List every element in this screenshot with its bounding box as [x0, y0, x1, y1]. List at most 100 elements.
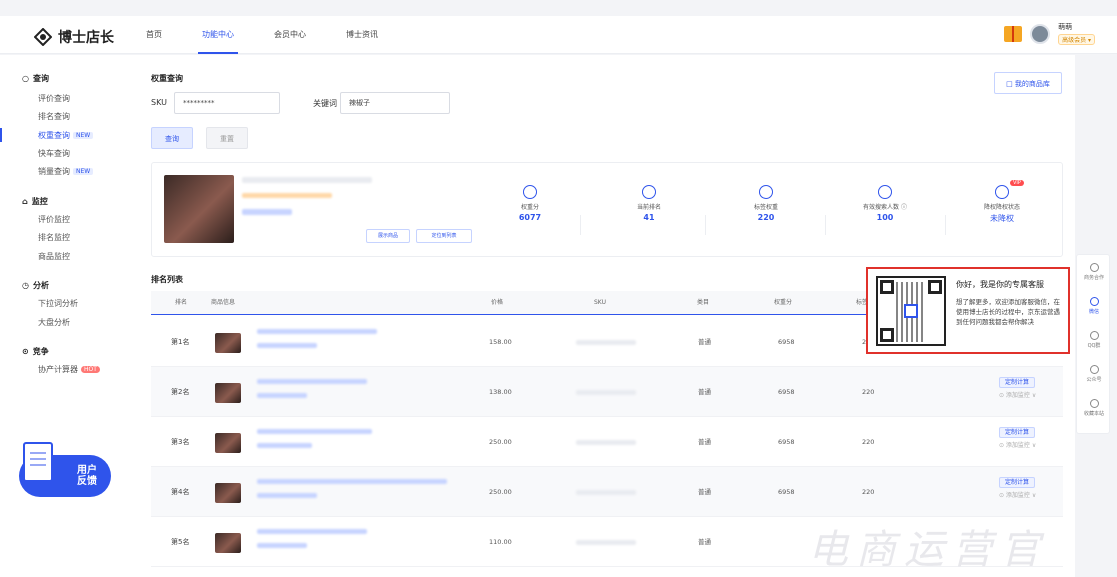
nav-member-center[interactable]: 会员中心 [274, 16, 306, 54]
tag-weight-cell: 220 [862, 388, 875, 396]
price-cell: 250.00 [489, 438, 512, 446]
divider [945, 215, 946, 235]
row-product-title [257, 329, 377, 334]
price-cell: 250.00 [489, 488, 512, 496]
keyword-label: 关键词 [313, 99, 337, 108]
sidebar-item-rank-monitor[interactable]: 排名监控 [38, 232, 70, 243]
document-icon [23, 442, 53, 482]
clock-icon: ◷ [22, 281, 29, 290]
row-product-image [215, 383, 241, 403]
locate-list-button[interactable]: 定位到列表 [416, 229, 472, 243]
weight-cell: 6958 [778, 338, 795, 346]
sidebar-item-market-analysis[interactable]: 大盘分析 [38, 317, 70, 328]
keyword-input[interactable]: 辣椒子 [340, 92, 450, 114]
price-cell: 158.00 [489, 338, 512, 346]
product-tag [242, 209, 292, 215]
shield-icon [995, 185, 1009, 199]
sidebar-item-rank-query[interactable]: 排名查询 [38, 111, 70, 122]
sku-cell [576, 440, 636, 445]
wechat-link[interactable]: 微信 [1077, 297, 1111, 315]
avatar[interactable] [1030, 23, 1051, 44]
bookmark-link[interactable]: 收藏本站 [1077, 399, 1111, 417]
row-actions: 定制计算 ⊙ 添加监控 ∨ [999, 377, 1036, 399]
sidebar-section-compete: ⊙ 竞争 [22, 347, 49, 356]
watermark: 电商运营官 [808, 527, 1048, 573]
business-cooperation-link[interactable]: 商务合作 [1077, 263, 1111, 281]
stat-current-rank: 当前排名 41 [609, 185, 689, 222]
sidebar-item-dropdown-analysis[interactable]: 下拉词分析 [38, 298, 78, 309]
row-product-shop [257, 393, 307, 398]
row-actions: 定制计算 ⊙ 添加监控 ∨ [999, 477, 1036, 499]
popup-text: 想了解更多，欢迎添加客服微信，在使用博士店长的过程中，京东运营遇到任何问题我都会… [956, 298, 1060, 326]
sku-cell [576, 490, 636, 495]
row-product-image [215, 483, 241, 503]
col-price: 价格 [491, 299, 504, 306]
member-badge[interactable]: 高级会员 ▾ [1058, 34, 1095, 45]
official-account-link[interactable]: 公众号 [1077, 365, 1111, 383]
table-row: 第3名 250.00 普通 6958 220 定制计算 ⊙ 添加监控 ∨ [151, 417, 1063, 467]
reset-button[interactable]: 重置 [206, 127, 248, 149]
divider [580, 215, 581, 235]
nav-home[interactable]: 首页 [146, 16, 162, 54]
query-button[interactable]: 查询 [151, 127, 193, 149]
gift-icon[interactable] [1004, 25, 1023, 42]
box-icon: □ [1006, 80, 1015, 88]
table-row: 第4名 250.00 普通 6958 220 定制计算 ⊙ 添加监控 ∨ [151, 467, 1063, 517]
divider [825, 215, 826, 235]
wechat-icon [1089, 297, 1099, 306]
sidebar-item-review-query[interactable]: 评价查询 [38, 93, 70, 104]
sidebar-item-calculator[interactable]: 协产计算器 HOT [38, 364, 100, 375]
row-product-title [257, 479, 447, 484]
add-monitor-link[interactable]: ⊙ 添加监控 ∨ [999, 390, 1036, 399]
rank-cell: 第4名 [171, 488, 190, 496]
stat-downgrade-status: 降权降权状态 未降权 [962, 185, 1042, 224]
weight-cell: 6958 [778, 388, 795, 396]
add-monitor-link[interactable]: ⊙ 添加监控 ∨ [999, 490, 1036, 499]
list-icon [759, 185, 773, 199]
sidebar-section-monitor: ⌂ 监控 [22, 197, 48, 206]
sidebar-item-product-monitor[interactable]: 商品监控 [38, 251, 70, 262]
col-category: 类目 [697, 299, 710, 306]
star-icon [1089, 399, 1099, 408]
sidebar-item-sales-query[interactable]: 销量查询 NEW [38, 166, 94, 177]
sidebar-item-weight-query[interactable]: 权重查询 NEW [38, 130, 94, 141]
weight-cell: 6958 [778, 488, 795, 496]
category-cell: 普通 [698, 388, 711, 396]
col-product: 商品信息 [211, 299, 236, 306]
product-title [242, 177, 372, 183]
logo-icon [34, 28, 52, 46]
add-monitor-link[interactable]: ⊙ 添加监控 ∨ [999, 440, 1036, 449]
rank-cell: 第2名 [171, 388, 190, 396]
new-tag: NEW [73, 132, 94, 139]
category-cell: 普通 [698, 538, 711, 546]
stat-weight-score: 权重分 6077 [490, 185, 570, 222]
hot-tag: HOT [81, 366, 100, 373]
rank-cell: 第5名 [171, 538, 190, 546]
logo[interactable]: 博士店长 [34, 27, 114, 47]
col-weight: 权重分 [774, 299, 793, 306]
nav-news[interactable]: 博士资讯 [346, 16, 378, 54]
sidebar-item-review-monitor[interactable]: 评价监控 [38, 214, 70, 225]
qq-group-link[interactable]: QQ群 [1077, 331, 1111, 349]
row-product-shop [257, 443, 312, 448]
show-product-button[interactable]: 展示商品 [366, 229, 410, 243]
my-product-library-button[interactable]: □ 我的商品库 [994, 72, 1062, 94]
calc-button[interactable]: 定制计算 [999, 377, 1036, 388]
sku-input[interactable]: ********* [174, 92, 280, 114]
product-image [164, 175, 234, 243]
row-product-title [257, 379, 367, 384]
weight-cell: 6958 [778, 438, 795, 446]
nav-function-center[interactable]: 功能中心 [198, 16, 238, 54]
rank-cell: 第3名 [171, 438, 190, 446]
row-product-image [215, 333, 241, 353]
sidebar-section-analysis: ◷ 分析 [22, 281, 49, 290]
row-actions: 定制计算 ⊙ 添加监控 ∨ [999, 427, 1036, 449]
product-card: 展示商品 定位到列表 [151, 162, 1063, 257]
calc-button[interactable]: 定制计算 [999, 477, 1036, 488]
query-section-title: 权重查询 [151, 74, 183, 83]
tag-weight-cell: 220 [862, 488, 875, 496]
sidebar-item-express-query[interactable]: 快车查询 [38, 148, 70, 159]
row-product-shop [257, 493, 317, 498]
calc-button[interactable]: 定制计算 [999, 427, 1036, 438]
category-cell: 普通 [698, 438, 711, 446]
